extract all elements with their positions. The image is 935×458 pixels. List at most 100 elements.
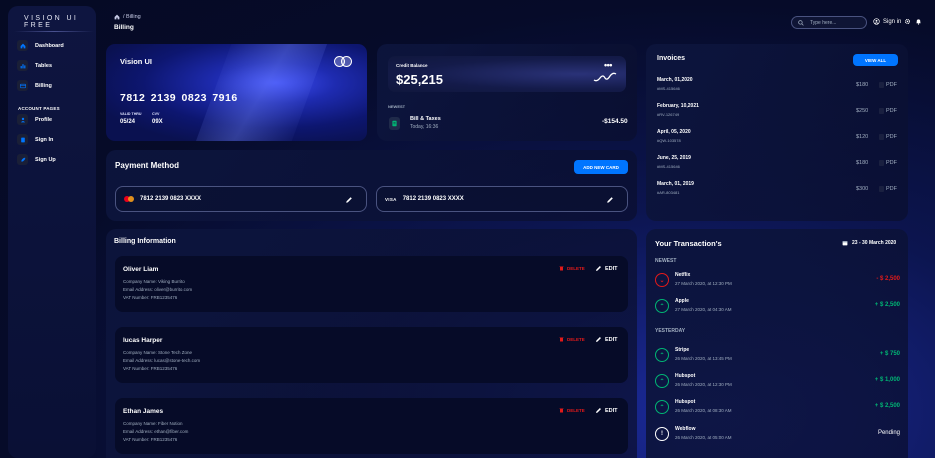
card-title: Vision UI xyxy=(120,57,152,66)
sidebar-item-dashboard[interactable]: Dashboard xyxy=(17,40,64,51)
credit-card: Vision UI 7812 2139 0823 7916 VALID THRU… xyxy=(106,44,367,141)
invoice-pdf-link[interactable]: PDF xyxy=(886,134,897,140)
transaction-amount: + $ 750 xyxy=(879,351,900,357)
invoice-pdf-link[interactable]: PDF xyxy=(886,82,897,88)
transaction-name: Hubspot xyxy=(675,399,696,405)
transaction-name: Webflow xyxy=(675,426,696,432)
view-all-button[interactable]: VIEW ALL xyxy=(853,54,898,66)
pencil-icon[interactable] xyxy=(345,196,353,204)
sidebar-item-signin[interactable]: Sign In xyxy=(17,134,53,145)
brand-logo[interactable]: VISION UI FREE xyxy=(24,15,96,29)
transaction-name: Apple xyxy=(675,298,689,304)
delete-button[interactable]: DELETE xyxy=(559,408,585,413)
calendar-icon xyxy=(842,241,848,246)
transaction-amount: + $ 1,000 xyxy=(874,377,900,383)
divider xyxy=(14,31,94,32)
invoice-amount: $300 xyxy=(856,186,869,192)
bill-date: Today, 16:36 xyxy=(410,124,439,130)
sidebar: VISION UI FREE Dashboard Tables Billing … xyxy=(8,6,96,458)
transactions-title: Your Transaction's xyxy=(655,239,722,248)
billing-name: lucas Harper xyxy=(123,337,163,344)
add-new-card-button[interactable]: ADD NEW CARD xyxy=(574,160,628,174)
person-icon xyxy=(17,114,28,125)
mastercard-logo-icon xyxy=(334,56,352,67)
billing-information-title: Billing Information xyxy=(114,238,176,245)
transaction-name: Netflix xyxy=(675,272,691,278)
search-icon xyxy=(798,19,804,26)
transaction-date: 26 March 2020, at 12:30 PM xyxy=(675,382,732,387)
balance-box: Credit Balance $25,215 ••• xyxy=(388,56,626,92)
invoice-amount: $250 xyxy=(856,108,869,114)
pencil-icon[interactable] xyxy=(606,196,614,204)
date-range: 23 - 30 March 2020 xyxy=(842,240,896,246)
newest-section-label: NEWEST xyxy=(655,258,677,264)
sidebar-item-signup[interactable]: Sign Up xyxy=(17,154,56,165)
pdf-icon xyxy=(879,82,884,88)
billing-email: Email Address: oliver@burrito.com xyxy=(123,287,193,292)
credit-balance-card: Credit Balance $25,215 ••• NEWEST Bill &… xyxy=(377,44,637,141)
more-options-icon[interactable]: ••• xyxy=(604,60,612,70)
payment-card-visa[interactable]: VISA 7812 2139 0823 XXXX xyxy=(376,186,628,212)
search-input[interactable] xyxy=(810,19,865,26)
sidebar-item-label: Billing xyxy=(35,82,52,89)
billing-entry: lucas Harper Company Name: Stone Tech Zo… xyxy=(115,327,628,383)
valid-thru-value: 05/24 xyxy=(120,119,136,125)
sidebar-item-label: Tables xyxy=(35,62,53,69)
document-icon xyxy=(17,134,28,145)
edit-label: EDIT xyxy=(605,336,618,343)
bill-name: Bill & Taxes xyxy=(410,116,441,122)
edit-button[interactable]: EDIT xyxy=(595,265,618,272)
transaction-date: 26 March 2020, at 13:45 PM xyxy=(675,356,732,361)
edit-button[interactable]: EDIT xyxy=(595,336,618,343)
bell-icon xyxy=(916,19,921,25)
invoice-pdf-link[interactable]: PDF xyxy=(886,160,897,166)
delete-label: DELETE xyxy=(567,266,585,271)
billing-company: Company Name: Fiber Notion xyxy=(123,421,183,426)
sidebar-item-billing[interactable]: Billing xyxy=(17,80,52,91)
payment-card-mastercard[interactable]: 7812 2139 0823 XXXX xyxy=(115,186,367,212)
card-number: 7812 2139 0823 XXXX xyxy=(140,196,202,202)
cvv-value: 09X xyxy=(152,119,163,125)
invoice-pdf-link[interactable]: PDF xyxy=(886,186,897,192)
transaction-row: ⌄ Netflix 27 March 2020, at 12:30 PM - $… xyxy=(655,269,900,291)
invoice-amount: $120 xyxy=(856,134,869,140)
page-title: Billing xyxy=(114,24,134,31)
settings-button[interactable] xyxy=(904,18,911,25)
payment-method-title: Payment Method xyxy=(115,161,180,170)
invoice-date: March, 01, 2019 xyxy=(657,181,694,187)
signin-link[interactable]: Sign in xyxy=(873,18,901,25)
gear-icon xyxy=(904,18,911,25)
pencil-icon xyxy=(596,266,601,271)
sidebar-item-tables[interactable]: Tables xyxy=(17,60,52,71)
invoices-title: Invoices xyxy=(657,55,686,62)
pdf-icon xyxy=(879,160,884,166)
signin-label: Sign in xyxy=(883,18,902,25)
search-box[interactable] xyxy=(791,16,867,29)
pdf-icon xyxy=(879,134,884,140)
delete-button[interactable]: DELETE xyxy=(559,337,585,342)
card-number: 7812 2139 0823 XXXX xyxy=(402,196,464,202)
home-icon[interactable] xyxy=(114,14,120,20)
delete-button[interactable]: DELETE xyxy=(559,266,585,271)
arrow-up-icon: ⌃ xyxy=(655,374,669,388)
invoice-pdf-link[interactable]: PDF xyxy=(886,108,897,114)
date-range-label: 23 - 30 March 2020 xyxy=(852,240,897,246)
notifications-button[interactable] xyxy=(915,18,922,25)
transaction-row: ! Webflow 26 March 2020, at 05:00 AM Pen… xyxy=(655,423,900,445)
invoice-id: #MS-415646 xyxy=(657,86,680,91)
invoice-id: #QW-103578 xyxy=(657,138,681,143)
transaction-date: 26 March 2020, at 05:00 AM xyxy=(675,435,732,440)
invoice-row: February, 10,2021 #RV-126749 $250 PDF xyxy=(657,103,897,123)
arrow-down-icon: ⌄ xyxy=(655,273,669,287)
edit-button[interactable]: EDIT xyxy=(595,407,618,414)
invoice-id: #RV-126749 xyxy=(657,112,680,117)
sidebar-item-profile[interactable]: Profile xyxy=(17,114,52,125)
card-number: 7812 2139 0823 7916 xyxy=(120,92,238,104)
transactions-card: Your Transaction's 23 - 30 March 2020 NE… xyxy=(646,229,908,458)
transaction-amount: + $ 2,500 xyxy=(874,302,900,308)
transaction-amount: - $ 2,500 xyxy=(876,276,900,282)
edit-label: EDIT xyxy=(605,265,618,272)
invoice-id: #AR-803481 xyxy=(657,190,680,195)
balance-label: Credit Balance xyxy=(396,63,428,68)
receipt-icon xyxy=(389,117,400,130)
